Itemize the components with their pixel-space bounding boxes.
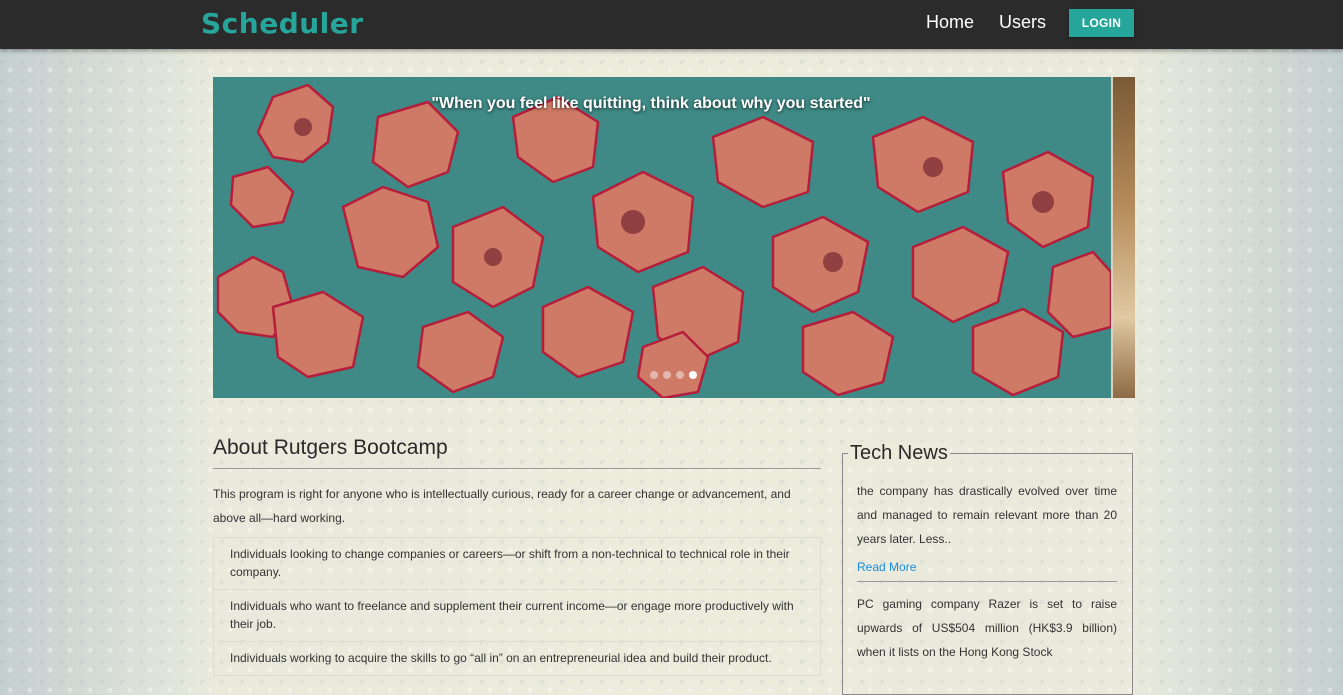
news-title: Tech News bbox=[848, 442, 950, 465]
list-item: Individuals working to acquire the skill… bbox=[214, 642, 820, 676]
audience-list: Individuals looking to change companies … bbox=[213, 537, 821, 676]
brand-logo[interactable]: Scheduler bbox=[201, 7, 364, 40]
carousel-indicators bbox=[650, 371, 697, 379]
navbar: Scheduler Home Users LOGIN bbox=[0, 0, 1343, 49]
list-item: Individuals who want to freelance and su… bbox=[214, 590, 820, 642]
about-section: About Rutgers Bootcamp This program is r… bbox=[213, 436, 821, 676]
about-intro: This program is right for anyone who is … bbox=[213, 487, 791, 525]
carousel-dot-1[interactable] bbox=[650, 371, 658, 379]
next-slide-preview bbox=[1111, 77, 1135, 398]
carousel-quote: "When you feel like quitting, think abou… bbox=[431, 95, 871, 112]
nav-link-home[interactable]: Home bbox=[926, 12, 974, 33]
news-article-text: PC gaming company Razer is set to raise … bbox=[857, 597, 1117, 659]
news-article-text: the company has drastically evolved over… bbox=[857, 484, 1117, 546]
carousel-dot-2[interactable] bbox=[663, 371, 671, 379]
image-carousel[interactable]: "When you feel like quitting, think abou… bbox=[213, 77, 1135, 398]
tech-news-panel: Tech News the company has drastically ev… bbox=[842, 442, 1133, 695]
list-item: Individuals looking to change companies … bbox=[214, 538, 820, 590]
read-more-link[interactable]: Read More bbox=[857, 560, 1117, 574]
about-title: About Rutgers Bootcamp bbox=[213, 436, 821, 469]
login-button[interactable]: LOGIN bbox=[1069, 9, 1134, 37]
news-feed: the company has drastically evolved over… bbox=[857, 479, 1117, 664]
nav-link-users[interactable]: Users bbox=[999, 12, 1046, 33]
pencil-shavings-image bbox=[213, 77, 1111, 398]
carousel-dot-3[interactable] bbox=[676, 371, 684, 379]
carousel-dot-4[interactable] bbox=[689, 371, 697, 379]
news-divider bbox=[857, 581, 1117, 582]
